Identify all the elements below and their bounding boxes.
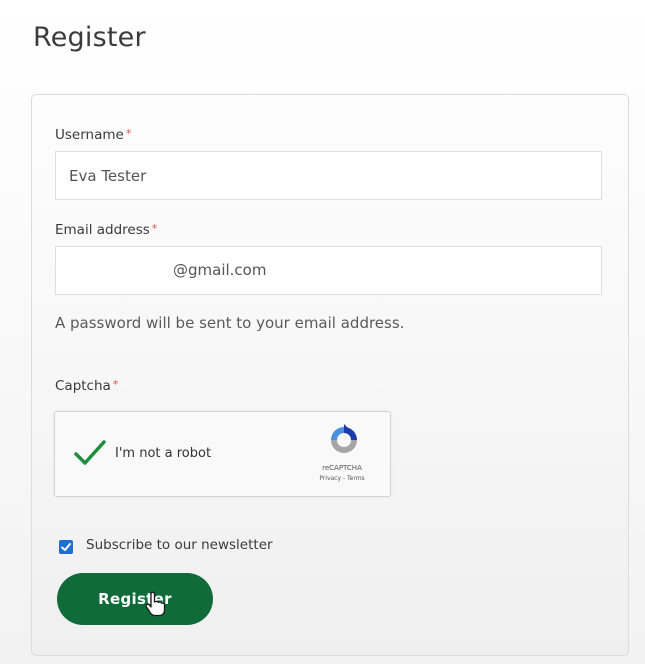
captcha-label: Captcha * (55, 378, 118, 394)
newsletter-label: Subscribe to our newsletter (86, 537, 273, 553)
recaptcha-privacy-terms-links[interactable]: Privacy - Terms (300, 475, 384, 482)
required-marker: * (151, 222, 158, 235)
captcha-label-text: Captcha (55, 378, 111, 394)
recaptcha-brand-text: reCAPTCHA (322, 464, 362, 472)
email-input[interactable]: @gmail.com (55, 246, 602, 295)
register-form-panel: Username* Email address* @gmail.com A pa… (31, 94, 629, 656)
username-label: Username * (55, 127, 131, 143)
check-mark-icon[interactable] (73, 438, 107, 468)
recaptcha-logo-icon (331, 424, 357, 453)
required-marker: * (125, 127, 132, 140)
username-input[interactable] (55, 151, 602, 200)
username-label-text: Username (55, 127, 124, 143)
register-page: Register Username* Email address* @gmail… (0, 0, 645, 664)
email-label-text: Email address (55, 222, 150, 238)
checkbox-check-icon (61, 543, 71, 551)
email-label: Email address * (55, 222, 157, 238)
email-input-value: @gmail.com (173, 261, 267, 279)
required-marker: * (112, 378, 119, 391)
page-title: Register (33, 22, 146, 53)
password-hint: A password will be sent to your email ad… (55, 314, 405, 332)
newsletter-checkbox[interactable] (59, 540, 73, 554)
recaptcha-checkbox-label: I'm not a robot (115, 446, 212, 461)
register-button[interactable]: Register (57, 573, 213, 625)
recaptcha-widget: I'm not a robot reCAPTCHA Privacy - Term… (54, 411, 391, 497)
